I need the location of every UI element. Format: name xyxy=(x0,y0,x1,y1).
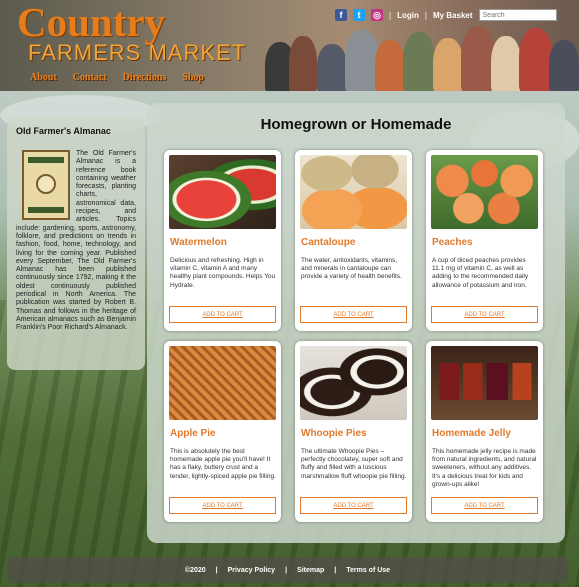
add-to-cart-button[interactable]: ADD TO CART xyxy=(300,306,407,323)
product-name: Watermelon xyxy=(170,237,227,248)
product-description: Delicious and refreshing. High in vitami… xyxy=(170,257,276,289)
watermelon-image xyxy=(169,155,276,229)
product-card-apple-pie: Apple Pie This is absolutely the best ho… xyxy=(164,341,281,522)
product-description: This homemade jelly recipe is made from … xyxy=(432,448,537,488)
main-nav: About Contact Directions Shop xyxy=(30,72,204,83)
product-card-watermelon: Watermelon Delicious and refreshing. Hig… xyxy=(164,150,281,331)
almanac-cover-image xyxy=(22,150,70,220)
product-description: The water, antioxidants, vitamins, and m… xyxy=(301,257,402,281)
divider: | xyxy=(334,566,337,574)
divider: | xyxy=(285,566,288,574)
product-description: The ultimate Whoopie Pies – perfectly ch… xyxy=(301,448,407,480)
logo-country: Country xyxy=(17,0,166,45)
nav-shop[interactable]: Shop xyxy=(182,72,204,83)
nav-about[interactable]: About xyxy=(30,72,57,83)
jelly-jars-image xyxy=(431,346,538,420)
nav-contact[interactable]: Contact xyxy=(73,72,107,83)
product-card-whoopie-pies: Whoopie Pies The ultimate Whoopie Pies –… xyxy=(295,341,412,522)
product-card-peaches: Peaches A cup of diced peaches provides … xyxy=(426,150,543,331)
copyright: ©2020 xyxy=(184,566,206,574)
site-header: f t ◎ | Login | My Basket Country FARMER… xyxy=(0,0,579,91)
product-name: Homemade Jelly xyxy=(432,428,511,439)
product-description: A cup of diced peaches provides 11.1 mg … xyxy=(432,257,529,289)
header-photo xyxy=(255,22,579,91)
add-to-cart-button[interactable]: ADD TO CART xyxy=(169,306,276,323)
search-input[interactable] xyxy=(478,9,557,21)
peaches-image xyxy=(431,155,538,229)
footer-link-terms[interactable]: Terms of Use xyxy=(346,567,390,574)
cantaloupe-image xyxy=(300,155,407,229)
footer-link-privacy[interactable]: Privacy Policy xyxy=(228,567,275,574)
product-name: Cantaloupe xyxy=(301,237,356,248)
products-panel: Homegrown or Homemade Watermelon Delicio… xyxy=(147,103,565,543)
product-name: Peaches xyxy=(432,237,473,248)
product-description: This is absolutely the best homemade app… xyxy=(170,448,276,480)
sidebar-title: Old Farmer's Almanac xyxy=(16,126,111,136)
whoopie-pies-image xyxy=(300,346,407,420)
apple-pie-image xyxy=(169,346,276,420)
page-title: Homegrown or Homemade xyxy=(260,116,452,133)
add-to-cart-button[interactable]: ADD TO CART xyxy=(431,306,538,323)
divider: | xyxy=(389,10,392,20)
almanac-sidebar: Old Farmer's Almanac The Old Farmer's Al… xyxy=(7,118,145,370)
add-to-cart-button[interactable]: ADD TO CART xyxy=(431,497,538,514)
logo-farmers-market: FARMERS MARKET xyxy=(28,40,247,65)
add-to-cart-button[interactable]: ADD TO CART xyxy=(300,497,407,514)
footer-link-sitemap[interactable]: Sitemap xyxy=(297,567,324,574)
my-basket-link[interactable]: My Basket xyxy=(433,11,473,20)
product-card-cantaloupe: Cantaloupe The water, antioxidants, vita… xyxy=(295,150,412,331)
divider: | xyxy=(424,10,427,20)
instagram-icon[interactable]: ◎ xyxy=(371,9,383,21)
product-name: Apple Pie xyxy=(170,428,216,439)
login-link[interactable]: Login xyxy=(397,11,419,20)
add-to-cart-button[interactable]: ADD TO CART xyxy=(169,497,276,514)
top-utility-bar: f t ◎ | Login | My Basket xyxy=(335,6,557,24)
product-name: Whoopie Pies xyxy=(301,428,367,439)
site-footer: ©2020 | Privacy Policy | Sitemap | Terms… xyxy=(7,557,568,583)
divider: | xyxy=(215,566,218,574)
product-card-homemade-jelly: Homemade Jelly This homemade jelly recip… xyxy=(426,341,543,522)
twitter-icon[interactable]: t xyxy=(353,9,365,21)
facebook-icon[interactable]: f xyxy=(335,9,347,21)
nav-directions[interactable]: Directions xyxy=(123,72,167,83)
